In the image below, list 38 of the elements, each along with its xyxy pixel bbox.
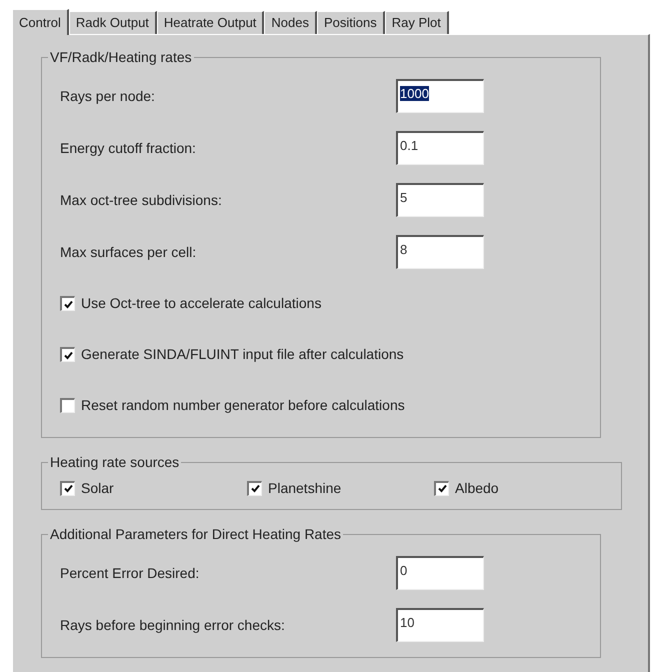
field-label: Percent Error Desired: <box>60 564 200 582</box>
field-label: Rays before beginning error checks: <box>60 616 286 635</box>
field-label: Max surfaces per cell: <box>60 242 198 262</box>
input-field[interactable]: 1000 <box>396 79 484 113</box>
group-title: Heating rate sources <box>49 453 180 472</box>
checkbox-box[interactable] <box>60 480 75 496</box>
checkmark-icon <box>64 350 72 360</box>
checkbox-box[interactable] <box>247 480 262 496</box>
checkbox-box[interactable] <box>434 480 449 496</box>
checkmark-icon <box>64 484 72 493</box>
input-field[interactable]: 0 <box>396 556 484 590</box>
input-field[interactable]: 8 <box>396 235 484 269</box>
tab[interactable]: Ray Plot <box>384 11 449 34</box>
tab[interactable]: Nodes <box>264 11 317 34</box>
field-label: Rays per node: <box>60 86 156 106</box>
checkmark-icon <box>438 484 446 493</box>
group-title: Additional Parameters for Direct Heating Rates <box>49 525 342 544</box>
checkbox[interactable]: Generate SINDA/FLUINT input file after calculations <box>60 344 404 365</box>
checkbox-box[interactable] <box>60 398 75 413</box>
input-field[interactable]: 5 <box>396 183 484 217</box>
field-label: Max oct-tree subdivisions: <box>60 190 223 210</box>
checkmark-icon <box>250 484 260 493</box>
checkbox[interactable]: Planetshine <box>247 478 434 498</box>
input-field[interactable]: 10 <box>396 608 484 642</box>
checkbox[interactable]: Reset random number generator before calculations <box>60 395 405 416</box>
checkbox-box[interactable] <box>60 296 75 311</box>
checkbox[interactable]: Albedo <box>434 478 621 498</box>
tab[interactable]: Radk Output <box>68 11 157 34</box>
tab[interactable]: Heatrate Output <box>156 11 264 34</box>
checkbox[interactable]: Solar <box>60 478 247 498</box>
input-field[interactable]: 0.1 <box>396 131 484 165</box>
tab[interactable]: Control <box>12 9 69 35</box>
field-label: Energy cutoff fraction: <box>60 138 197 158</box>
checkbox-box[interactable] <box>60 347 75 362</box>
checkmark-icon <box>64 300 72 308</box>
tab[interactable]: Positions <box>317 11 385 34</box>
checkbox[interactable]: Use Oct-tree to accelerate calculations <box>60 293 322 314</box>
group-title: VF/Radk/Heating rates <box>49 48 193 67</box>
